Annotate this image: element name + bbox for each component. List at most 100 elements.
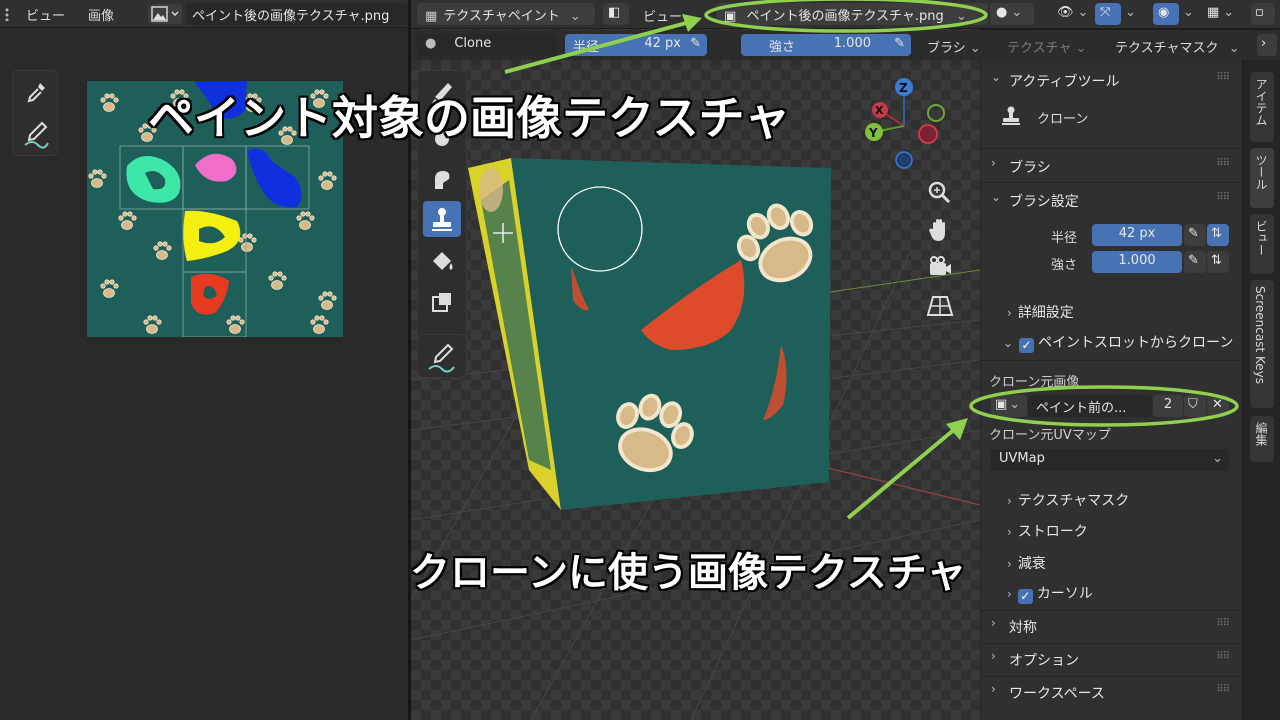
gizmo-neg-z[interactable] [895, 151, 913, 169]
mask-tool[interactable] [423, 285, 461, 321]
radius-value: 42 px [1118, 226, 1156, 241]
camera-icon[interactable] [925, 253, 955, 283]
perspective-grid-icon[interactable] [925, 291, 955, 321]
source-image-name-field[interactable]: ペイント前の... [1028, 395, 1152, 417]
texture-menu[interactable]: テクスチャ ⌄ [1007, 37, 1087, 56]
brush-name: Clone [454, 36, 492, 51]
subpanel-advanced[interactable]: › 詳細設定 [1007, 302, 1074, 322]
gizmo-neg-y[interactable] [927, 104, 945, 122]
grip-icon[interactable]: ⠿⠿ [1216, 72, 1230, 83]
strength-field[interactable]: 1.000 [1092, 251, 1182, 273]
zoom-icon[interactable] [925, 178, 955, 208]
panel-symmetry[interactable]: › 対称 ⠿⠿ [987, 614, 1237, 640]
panel-brush-settings[interactable]: ⌄ ブラシ設定 ⠿⠿ [987, 188, 1237, 214]
pan-hand-icon[interactable] [925, 215, 955, 245]
pen-pressure-icon: ✎ [1188, 226, 1199, 241]
tool-header-more[interactable]: › [1257, 34, 1277, 56]
chevron-right-icon: › [991, 156, 996, 170]
slot-toggle-button[interactable]: ◧ [603, 3, 629, 25]
fake-user-toggle[interactable]: ⛉ [1184, 395, 1206, 417]
radius-pressure-toggle[interactable]: ✎ [1184, 224, 1206, 246]
pen-pressure-icon[interactable]: ✎ [690, 36, 701, 51]
chevron-down-icon: ⌄ [1003, 336, 1014, 350]
radius-field[interactable]: 半径 42 px ✎ [565, 34, 707, 56]
paint-mask-select[interactable]: ● ⌄ [990, 3, 1034, 25]
strength-field[interactable]: 強さ 1.000 ✎ [741, 34, 911, 56]
gizmo-toggle[interactable]: ⤧ [1095, 3, 1121, 25]
grip-icon[interactable]: ⠿⠿ [1216, 158, 1230, 169]
mode-select[interactable]: ▦ テクスチャペイント ⌄ [417, 3, 595, 25]
source-image-users[interactable]: 2 [1153, 395, 1183, 417]
mode-label: テクスチャペイント [443, 9, 560, 24]
strength-pressure-toggle[interactable]: ✎ [1184, 251, 1206, 273]
panel-active-tool[interactable]: ⌄ アクティブツール ⠿⠿ [987, 68, 1237, 94]
menu-image[interactable]: 画像 [88, 5, 114, 24]
source-image-browse[interactable]: ▣ ⌄ [991, 395, 1027, 417]
fill-tool[interactable] [423, 243, 461, 279]
chevron-down-icon[interactable]: ⌄ [1125, 5, 1136, 20]
gizmo-icon: ⤧ [1100, 5, 1111, 20]
chevron-right-icon: › [1007, 587, 1012, 601]
brush-select[interactable]: ● Clone [417, 34, 557, 56]
image-icon: ▣ [995, 397, 1008, 412]
tab-tool[interactable]: ツール [1250, 148, 1274, 208]
annotate-icon [24, 121, 49, 149]
tab-item[interactable]: アイテム [1250, 72, 1274, 142]
paint-image-select[interactable]: ▣ ペイント後の画像テクスチャ.png ⌄ [716, 3, 988, 25]
subpanel-falloff[interactable]: › 減衰 [1007, 553, 1046, 573]
clone-from-paint-slot-option[interactable]: ⌄ ✓ ペイントスロットからクローン [1003, 332, 1233, 353]
panel-workspace[interactable]: › ワークスペース ⠿⠿ [987, 680, 1237, 706]
grip-icon[interactable]: ⠿⠿ [1216, 618, 1230, 629]
navigation-gizmo[interactable]: Z X Y [858, 74, 958, 174]
separator [981, 676, 1243, 677]
subpanel-title: テクスチャマスク [1017, 493, 1130, 509]
panel-options[interactable]: › オプション ⠿⠿ [987, 647, 1237, 673]
editor-type-icon[interactable] [2, 7, 12, 21]
tab-edit[interactable]: 編集 [1250, 416, 1274, 462]
panel-brush[interactable]: › ブラシ ⠿⠿ [987, 154, 1237, 180]
menu-view[interactable]: ビュー [26, 5, 65, 24]
pen-pressure-icon[interactable]: ✎ [894, 36, 905, 51]
circle-icon: ● [996, 5, 1008, 20]
annotation-bottom: クローンに使う画像テクスチャ [410, 550, 967, 596]
grip-icon[interactable]: ⠿⠿ [1216, 192, 1230, 203]
sidebar-toggle[interactable]: ▫ [1251, 3, 1275, 25]
separator [981, 643, 1243, 644]
radius-unit-toggle[interactable]: ⇅ [1207, 224, 1229, 246]
subpanel-stroke[interactable]: › ストローク [1007, 521, 1088, 541]
smear-icon [435, 171, 450, 189]
source-image-name: ペイント前の... [1036, 401, 1127, 416]
image-browse-button[interactable] [148, 4, 182, 24]
square-icon: ▫ [1255, 5, 1264, 20]
smear-tool[interactable] [423, 161, 461, 197]
image-name-field[interactable]: ペイント後の画像テクスチャ.png [186, 3, 408, 25]
source-uv-value: UVMap [999, 451, 1045, 466]
brush-menu[interactable]: ブラシ ⌄ [927, 37, 981, 56]
eyedropper-tool[interactable] [18, 75, 54, 111]
source-uv-label: クローン元UVマップ [989, 428, 1111, 443]
texture-mask-menu[interactable]: テクスチャマスク ⌄ [1115, 37, 1240, 56]
radius-field[interactable]: 42 px [1092, 224, 1182, 246]
annotate-toolbar [417, 334, 467, 378]
menu-view-3d[interactable]: ビュー [643, 6, 682, 25]
panel-title: ブラシ [1009, 160, 1051, 176]
shading-select[interactable]: ▦ ⌄ [1201, 3, 1249, 25]
annotate-tool[interactable] [18, 115, 54, 151]
tab-screencast-keys[interactable]: Screencast Keys [1250, 280, 1274, 408]
checkbox-checked[interactable]: ✓ [1019, 338, 1035, 353]
tab-view[interactable]: ビュー [1250, 214, 1274, 274]
subpanel-cursor[interactable]: › ✓ カーソル [1007, 583, 1093, 604]
grip-icon[interactable]: ⠿⠿ [1216, 684, 1230, 695]
grip-icon[interactable]: ⠿⠿ [1216, 651, 1230, 662]
checkbox-checked[interactable]: ✓ [1017, 589, 1033, 604]
close-icon: ✕ [1212, 397, 1223, 412]
chevron-down-icon[interactable]: ⌄ [1183, 5, 1194, 20]
annotate-tool-3d[interactable] [423, 339, 461, 375]
clone-tool[interactable] [423, 201, 461, 237]
subpanel-texture-mask[interactable]: › テクスチャマスク [1007, 490, 1129, 510]
gizmo-neg-x[interactable] [918, 124, 938, 144]
strength-unit-toggle[interactable]: ⇅ [1207, 251, 1229, 273]
overlay-toggle[interactable]: ◉ [1153, 3, 1179, 25]
unlink-image-button[interactable]: ✕ [1207, 395, 1229, 417]
source-uv-select[interactable]: UVMap ⌄ [991, 449, 1229, 471]
